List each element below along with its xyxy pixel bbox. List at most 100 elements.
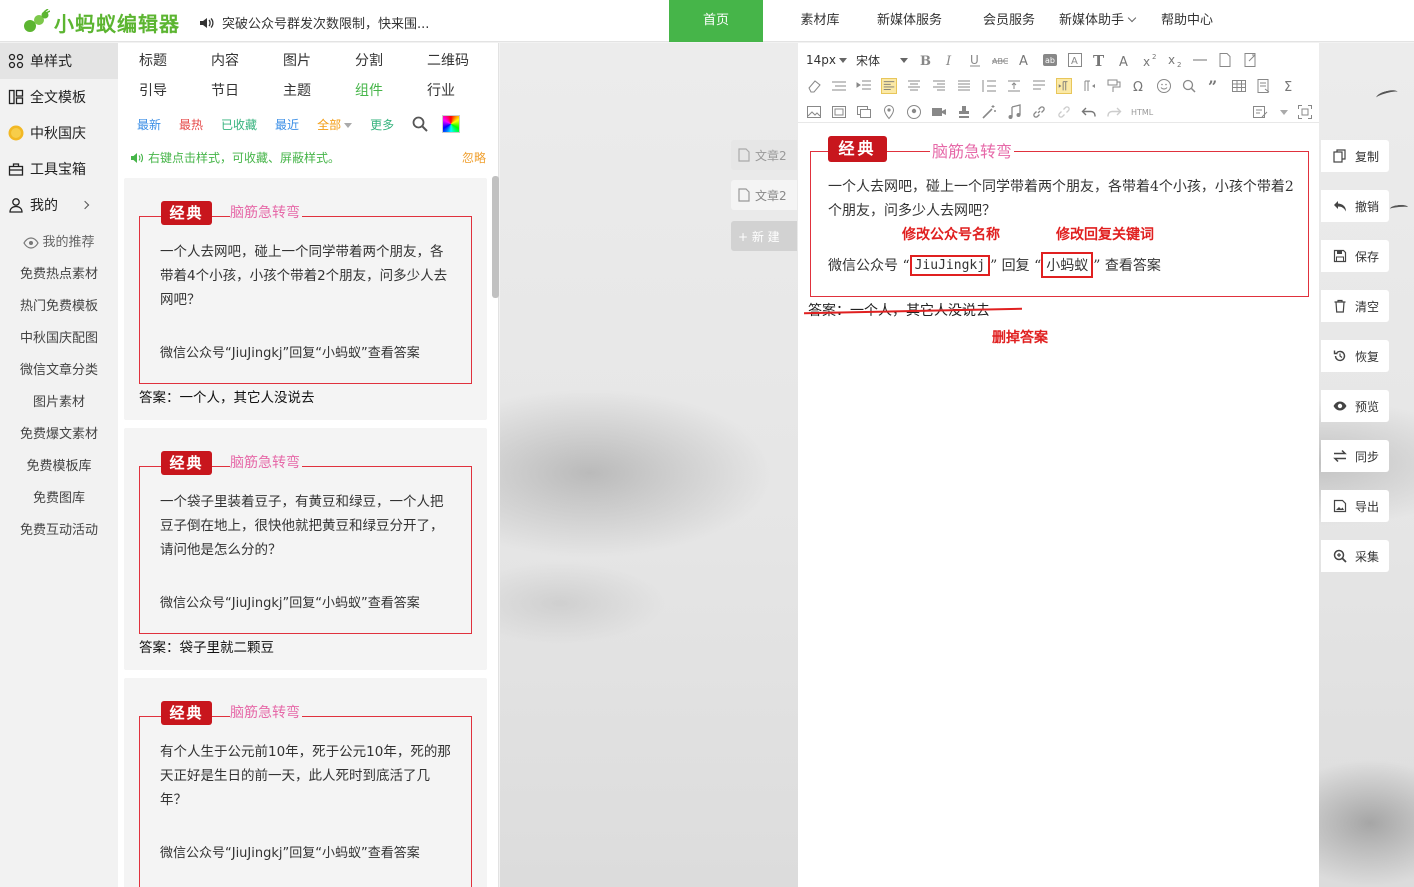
horizontal-rule-icon[interactable] [1192, 52, 1208, 68]
redo-icon[interactable] [1106, 104, 1122, 120]
template-insert-icon[interactable] [1256, 78, 1272, 94]
color-picker-icon[interactable] [442, 115, 461, 133]
category-midautumn[interactable]: 中秋国庆 [0, 115, 118, 151]
search-icon[interactable] [412, 116, 428, 132]
logo[interactable]: 小蚂蚁编辑器 [22, 8, 180, 36]
filter-hottest[interactable]: 最热 [179, 116, 203, 133]
subcat-viral-materials[interactable]: 免费爆文素材 [0, 419, 118, 451]
text-size-icon[interactable]: T [1092, 52, 1108, 68]
ref-account-highlight[interactable]: JiuJingkj [909, 254, 991, 276]
eraser-icon[interactable] [806, 78, 822, 94]
subscript-icon[interactable]: x2 [1167, 52, 1183, 68]
nav-member-service[interactable]: 会员服务 [965, 0, 1053, 42]
tab-festival[interactable]: 节日 [211, 73, 283, 103]
omega-icon[interactable]: Ω [1131, 78, 1147, 94]
location-icon[interactable] [906, 104, 922, 120]
magic-wand-icon[interactable] [981, 104, 997, 120]
tab-divider[interactable]: 分割 [355, 43, 427, 73]
image-icon[interactable] [806, 104, 822, 120]
stamp-icon[interactable] [956, 104, 972, 120]
editor-reference[interactable]: 微信公众号 “ JiuJingkj ” 回复 “ 小蚂蚁 ” 查看答案 [828, 252, 1161, 278]
format-brush-icon[interactable] [1106, 78, 1122, 94]
link-icon[interactable] [1031, 104, 1047, 120]
video-icon[interactable] [931, 104, 947, 120]
font-color-icon[interactable]: A [1017, 52, 1033, 68]
category-toolbox[interactable]: 工具宝箱 [0, 151, 118, 187]
editor-question[interactable]: 一个人去网吧，碰上一个同学带着两个朋友，各带着4个小孩，小孩个带着2个朋友，问多… [828, 175, 1294, 223]
table-icon[interactable] [1231, 78, 1247, 94]
caret-down-icon[interactable] [1280, 109, 1288, 115]
subcat-my-recommend[interactable]: 我的推荐 [0, 227, 118, 259]
tab-guide[interactable]: 引导 [139, 73, 211, 103]
style-card[interactable]: 经典 脑筋急转弯 一个袋子里装着豆子，有黄豆和绿豆，一个人把豆子倒在地上，很快他… [124, 428, 487, 670]
quote-icon[interactable]: ” [1206, 78, 1222, 94]
filter-latest[interactable]: 最新 [137, 116, 161, 133]
font-family-select[interactable]: 宋体 [856, 52, 908, 69]
ref-keyword-highlight[interactable]: 小蚂蚁 [1041, 252, 1094, 278]
doc-tab-article[interactable]: 文章2 [731, 180, 797, 210]
rtl-direction-icon[interactable] [1081, 78, 1097, 94]
category-single-style[interactable]: 单样式 [0, 43, 118, 79]
filter-favorited[interactable]: 已收藏 [221, 116, 257, 133]
tab-content[interactable]: 内容 [211, 43, 283, 73]
tab-qrcode[interactable]: 二维码 [427, 43, 499, 73]
music-icon[interactable] [1006, 104, 1022, 120]
insert-row-icon[interactable] [831, 78, 847, 94]
style-list-scrollbar[interactable] [492, 176, 499, 298]
filter-all[interactable]: 全部 [317, 116, 353, 133]
tab-image[interactable]: 图片 [283, 43, 355, 73]
multi-image-icon[interactable] [831, 104, 847, 120]
editor-title[interactable]: 脑筋急转弯 [930, 138, 1015, 162]
ltr-direction-icon[interactable] [1056, 78, 1072, 94]
align-right-icon[interactable] [931, 78, 947, 94]
subcat-interactive-events[interactable]: 免费互动活动 [0, 515, 118, 547]
form-icon[interactable] [1252, 104, 1268, 120]
clear-button[interactable]: 清空 [1321, 290, 1389, 322]
ignore-link[interactable]: 忽略 [462, 149, 486, 166]
fullscreen-icon[interactable] [1297, 104, 1313, 120]
text-box-icon[interactable]: A [1067, 52, 1083, 68]
tab-component[interactable]: 组件 [355, 73, 427, 103]
list-icon[interactable] [1031, 78, 1047, 94]
font-size-select[interactable]: 14px [806, 53, 847, 67]
filter-more[interactable]: 更多 [370, 116, 394, 133]
sync-button[interactable]: 同步 [1321, 440, 1389, 472]
align-justify-icon[interactable] [956, 78, 972, 94]
category-mine[interactable]: 我的 [0, 187, 118, 223]
copy-button[interactable]: 复制 [1321, 140, 1389, 172]
bold-icon[interactable]: B [917, 52, 933, 68]
nav-help[interactable]: 帮助中心 [1161, 0, 1241, 42]
underline-icon[interactable]: U [967, 52, 983, 68]
style-card[interactable]: 经典 脑筋急转弯 有个人生于公元前10年，死于公元10年，死的那天正好是生日的前… [124, 678, 487, 887]
line-height-icon[interactable] [981, 78, 997, 94]
indent-icon[interactable] [856, 78, 872, 94]
highlight-icon[interactable]: ab [1042, 52, 1058, 68]
subcat-image-materials[interactable]: 图片素材 [0, 387, 118, 419]
unlink-icon[interactable] [1056, 104, 1072, 120]
subcat-midautumn-images[interactable]: 中秋国庆配图 [0, 323, 118, 355]
subcat-hot-templates[interactable]: 热门免费模板 [0, 291, 118, 323]
italic-icon[interactable]: I [942, 52, 958, 68]
emoji-icon[interactable] [1156, 78, 1172, 94]
letter-spacing-icon[interactable]: A [1117, 52, 1133, 68]
page-icon[interactable] [1217, 52, 1233, 68]
sigma-icon[interactable]: Σ [1281, 78, 1297, 94]
undo-icon[interactable] [1081, 104, 1097, 120]
subcat-free-gallery[interactable]: 免费图库 [0, 483, 118, 515]
subcat-article-categories[interactable]: 微信文章分类 [0, 355, 118, 387]
subcat-template-library[interactable]: 免费模板库 [0, 451, 118, 483]
style-card[interactable]: 经典 脑筋急转弯 一个人去网吧，碰上一个同学带着两个朋友，各带着4个小孩，小孩个… [124, 178, 487, 420]
nav-media-assistant[interactable]: 新媒体助手 [1053, 0, 1161, 42]
tab-theme[interactable]: 主题 [283, 73, 355, 103]
save-button[interactable]: 保存 [1321, 240, 1389, 272]
align-center-icon[interactable] [906, 78, 922, 94]
export-page-icon[interactable] [1242, 52, 1258, 68]
paragraph-spacing-icon[interactable] [1006, 78, 1022, 94]
subcat-hot-materials[interactable]: 免费热点素材 [0, 259, 118, 291]
nav-home[interactable]: 首页 [669, 0, 763, 42]
tab-industry[interactable]: 行业 [427, 73, 499, 103]
preview-button[interactable]: 预览 [1321, 390, 1389, 422]
map-icon[interactable] [881, 104, 897, 120]
video-frame-icon[interactable] [856, 104, 872, 120]
export-button[interactable]: 导出 [1321, 490, 1389, 522]
